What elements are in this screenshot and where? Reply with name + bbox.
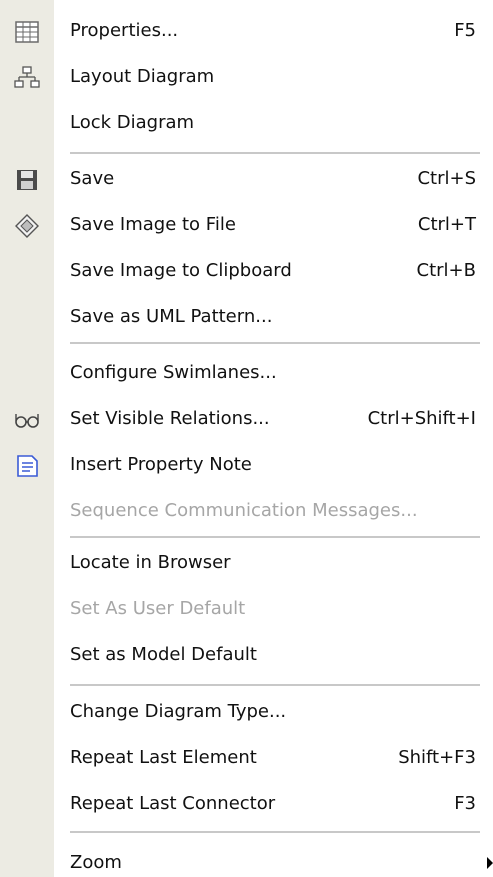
menu-item-shortcut: Shift+F3 [398,747,476,768]
menu-item-set-visible-relations[interactable]: Set Visible Relations... Ctrl+Shift+I [0,397,493,443]
menu-item-label: Layout Diagram [70,66,215,87]
note-icon [13,452,41,480]
menu-item-label: Save Image to Clipboard [70,260,292,281]
menu-separator [70,536,480,538]
menu-item-save-as-uml-pattern[interactable]: Save as UML Pattern... [0,295,493,341]
menu-item-set-as-model-default[interactable]: Set as Model Default [0,633,493,679]
menu-item-shortcut: F3 [454,793,476,814]
menu-item-label: Zoom [70,852,122,873]
menu-item-shortcut: Ctrl+T [417,214,476,235]
menu-item-shortcut: F5 [454,20,476,41]
menu-item-label: Lock Diagram [70,112,195,133]
menu-item-layout-diagram[interactable]: Layout Diagram [0,55,493,101]
menu-item-zoom[interactable]: Zoom [0,841,493,877]
context-menu: Properties... F5 Layout Diagram Lock Dia… [0,0,493,877]
menu-separator [70,152,480,154]
menu-item-shortcut: Ctrl+S [417,168,476,189]
menu-item-label: Save [70,168,115,189]
menu-item-label: Save as UML Pattern... [70,306,273,327]
properties-grid-icon [13,18,41,46]
menu-separator [70,342,480,344]
menu-item-sequence-communication-messages: Sequence Communication Messages... [0,489,493,535]
menu-item-save-image-to-clipboard[interactable]: Save Image to Clipboard Ctrl+B [0,249,493,295]
menu-item-label: Repeat Last Connector [70,793,276,814]
menu-item-save-image-to-file[interactable]: Save Image to File Ctrl+T [0,203,493,249]
menu-item-shortcut: Ctrl+B [416,260,476,281]
menu-item-label: Sequence Communication Messages... [70,500,418,521]
glasses-icon [13,406,41,434]
menu-item-shortcut: Ctrl+Shift+I [367,408,476,429]
floppy-disk-icon [13,166,41,194]
menu-item-label: Set As User Default [70,598,246,619]
menu-item-label: Insert Property Note [70,454,252,475]
menu-separator [70,684,480,686]
menu-item-save[interactable]: Save Ctrl+S [0,157,493,203]
save-image-icon [13,212,41,240]
menu-item-label: Set Visible Relations... [70,408,270,429]
menu-item-label: Change Diagram Type... [70,701,287,722]
menu-item-repeat-last-element[interactable]: Repeat Last Element Shift+F3 [0,736,493,782]
menu-item-label: Configure Swimlanes... [70,362,277,383]
menu-item-insert-property-note[interactable]: Insert Property Note [0,443,493,489]
menu-item-set-as-user-default: Set As User Default [0,587,493,633]
menu-item-locate-in-browser[interactable]: Locate in Browser [0,541,493,587]
menu-item-label: Locate in Browser [70,552,231,573]
menu-item-configure-swimlanes[interactable]: Configure Swimlanes... [0,351,493,397]
menu-item-properties[interactable]: Properties... F5 [0,9,493,55]
menu-item-label: Save Image to File [70,214,236,235]
layout-diagram-icon [13,64,41,92]
menu-item-repeat-last-connector[interactable]: Repeat Last Connector F3 [0,782,493,828]
menu-item-change-diagram-type[interactable]: Change Diagram Type... [0,690,493,736]
menu-item-label: Properties... [70,20,179,41]
submenu-arrow-icon [487,857,493,869]
menu-separator [70,831,480,833]
menu-item-label: Set as Model Default [70,644,257,665]
menu-item-label: Repeat Last Element [70,747,257,768]
menu-item-lock-diagram[interactable]: Lock Diagram [0,101,493,147]
